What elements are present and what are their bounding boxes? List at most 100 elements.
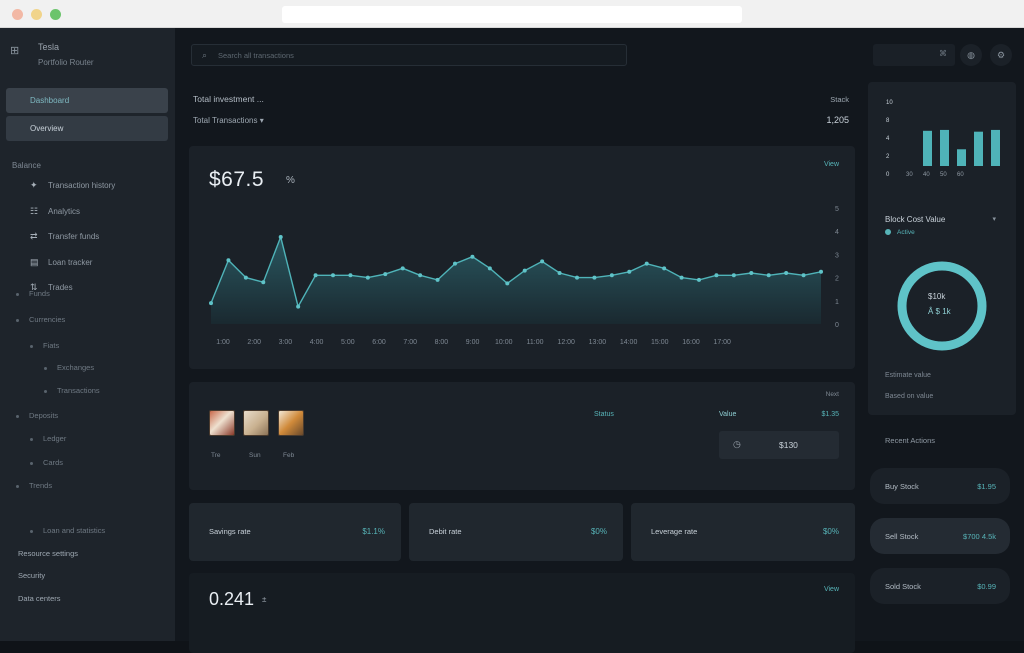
data-point[interactable] (209, 301, 213, 306)
header-dropdown[interactable]: Total Transactions ▾ (193, 116, 264, 125)
data-point[interactable] (487, 266, 492, 271)
data-point[interactable] (592, 275, 597, 280)
sidebar-button-dashboard[interactable]: Dashboard (6, 88, 168, 113)
data-point[interactable] (609, 273, 614, 278)
asset-thumbnail[interactable] (209, 410, 235, 436)
data-point[interactable] (470, 254, 475, 259)
data-point[interactable] (313, 273, 318, 278)
sidebar-tree-item[interactable]: Deposits (16, 411, 58, 420)
data-point[interactable] (418, 273, 423, 278)
sidebar-tree-item[interactable]: Ledger (30, 434, 66, 443)
data-point[interactable] (522, 268, 527, 273)
recent-action-item[interactable]: Sell Stock $700 4.5k (870, 518, 1010, 554)
data-point[interactable] (540, 259, 545, 264)
data-point[interactable] (714, 273, 719, 278)
data-point[interactable] (644, 261, 649, 266)
stat-card-savings[interactable]: Savings rate $1.1% (189, 503, 401, 561)
data-point[interactable] (365, 275, 370, 280)
sidebar-item[interactable]: ⇄ Transfer funds (0, 229, 175, 249)
sidebar-tree-item[interactable]: Cards (30, 458, 63, 467)
settings-button[interactable]: ⚙ (990, 44, 1012, 66)
mini-bar[interactable] (923, 130, 932, 166)
sidebar-tree-item[interactable]: Currencies (16, 315, 65, 324)
search-input[interactable]: ⌕ Search all transactions (191, 44, 627, 66)
asset-label: Sun (249, 452, 261, 459)
top-filter-box[interactable]: ⌘ (873, 44, 955, 66)
bullet-icon (30, 461, 33, 465)
next-link[interactable]: Next (826, 391, 839, 398)
x-tick-label: 5:00 (341, 339, 355, 346)
data-point[interactable] (331, 273, 335, 278)
sidebar-tree-item[interactable]: Trends (16, 481, 52, 490)
data-point[interactable] (662, 266, 667, 271)
sidebar-tree-item[interactable]: Data centers (18, 594, 61, 603)
data-point[interactable] (296, 304, 301, 309)
mini-bar[interactable] (991, 129, 1000, 166)
mini-bar[interactable] (940, 129, 949, 166)
profile-button[interactable]: ◍ (960, 44, 982, 66)
stat-value: $0% (822, 527, 839, 536)
bullet-icon (16, 318, 19, 322)
recent-action-item[interactable]: Buy Stock $1.95 (870, 468, 1010, 504)
summary-sub: ± (262, 595, 267, 604)
sidebar-tree-item[interactable]: Fiats (30, 341, 59, 350)
mini-bar[interactable] (957, 149, 966, 166)
data-point[interactable] (575, 275, 579, 280)
data-point[interactable] (261, 280, 266, 285)
data-point[interactable] (435, 277, 440, 282)
x-tick-label: 9:00 (466, 339, 480, 346)
sidebar-item[interactable]: ✦ Transaction history (0, 178, 175, 198)
data-point[interactable] (400, 266, 405, 271)
data-point[interactable] (383, 272, 388, 277)
data-point[interactable] (801, 273, 806, 278)
stat-label: Debit rate (429, 527, 462, 536)
chevron-down-icon[interactable]: ▾ (992, 215, 996, 223)
data-point[interactable] (278, 235, 283, 239)
data-point[interactable] (453, 261, 457, 266)
asset-thumbnail[interactable] (243, 410, 269, 436)
sidebar-button-overview[interactable]: Overview (6, 116, 168, 141)
summary-view-link[interactable]: View (824, 586, 839, 593)
nav-icon: ⇄ (30, 231, 38, 241)
window-minimize-dot[interactable] (31, 9, 42, 20)
data-point[interactable] (348, 273, 353, 278)
data-point[interactable] (505, 281, 510, 286)
data-point[interactable] (679, 275, 684, 280)
data-point[interactable] (697, 277, 701, 282)
asset-thumbnail[interactable] (278, 410, 304, 436)
action-label: Sold Stock (885, 582, 921, 591)
recent-action-item[interactable]: Sold Stock $0.99 (870, 568, 1010, 604)
nav-icon: ✦ (30, 180, 38, 190)
sidebar-tree-item[interactable]: Resource settings (18, 549, 78, 558)
data-point[interactable] (731, 273, 736, 278)
mini-bar[interactable] (974, 131, 983, 166)
window-maximize-dot[interactable] (50, 9, 61, 20)
sidebar-tree-item[interactable]: Security (18, 571, 45, 580)
data-point[interactable] (627, 269, 632, 274)
stat-card-debit[interactable]: Debit rate $0% (409, 503, 623, 561)
area-fill (211, 237, 821, 324)
tree-item-label: Transactions (57, 386, 100, 395)
time-value-pill[interactable]: ◷ $130 (719, 431, 839, 459)
window-close-dot[interactable] (12, 9, 23, 20)
main-chart-card: $67.5 % View 0 1 2 3 4 5 1:00 2:00 3:00 4:00 5:00 6… (189, 146, 855, 369)
data-point[interactable] (226, 258, 231, 263)
sidebar-item[interactable]: ☷ Analytics (0, 204, 175, 224)
data-point[interactable] (557, 270, 562, 275)
sidebar-tree-item[interactable]: Transactions (44, 386, 100, 395)
data-point[interactable] (766, 273, 771, 278)
sidebar-tree-item[interactable]: Loan and statistics (30, 526, 105, 535)
mini-x-tick: 60 (957, 172, 964, 178)
address-bar[interactable] (282, 6, 742, 23)
sidebar-item[interactable]: ▤ Loan tracker (0, 255, 175, 275)
data-point[interactable] (819, 269, 823, 274)
stat-label: Leverage rate (651, 527, 698, 536)
stat-card-leverage[interactable]: Leverage rate $0% (631, 503, 855, 561)
data-point[interactable] (749, 270, 754, 275)
sidebar-tree-item[interactable]: Funds (16, 289, 50, 298)
value-column: Value (719, 411, 737, 418)
data-point[interactable] (784, 270, 789, 275)
x-tick-label: 4:00 (310, 339, 324, 346)
data-point[interactable] (243, 275, 248, 280)
sidebar-tree-item[interactable]: Exchanges (44, 363, 94, 372)
